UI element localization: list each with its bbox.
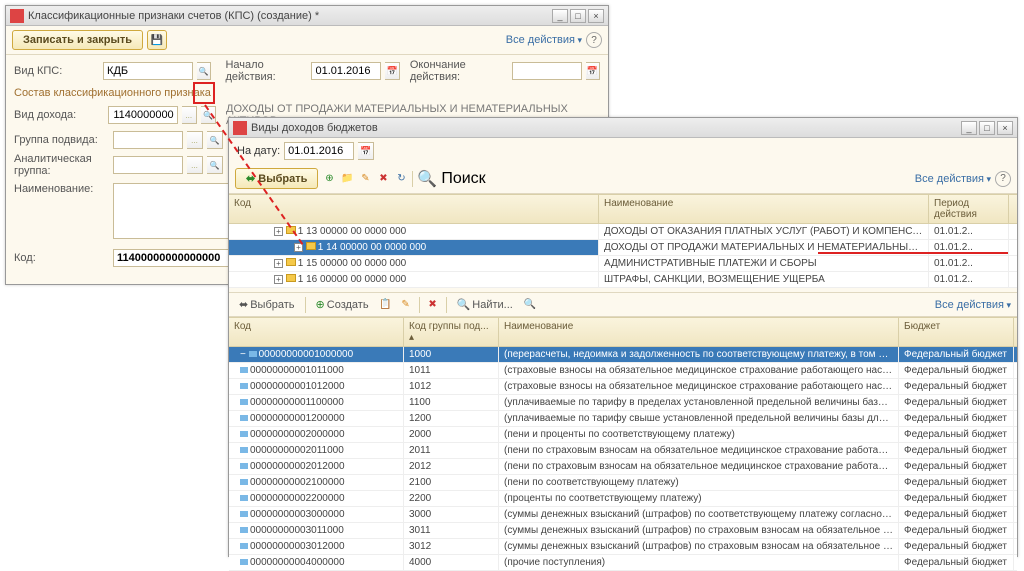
label-vid-dohoda: Вид дохода: [14, 109, 104, 121]
col-grp[interactable]: Код группы под... ▴ [404, 318, 499, 346]
window-icon [233, 121, 247, 135]
lookup-icon[interactable]: 🔍 [207, 156, 223, 174]
filter-clear-icon[interactable]: 🔍 [523, 298, 537, 312]
table-row[interactable]: 000000000012000001200(уплачиваемые по та… [229, 411, 1017, 427]
titlebar-vidy[interactable]: Виды доходов бюджетов _ □ × [229, 118, 1017, 138]
input-na-datu[interactable] [284, 142, 354, 160]
table-row[interactable]: 000000000020110002011(пени по страховым … [229, 443, 1017, 459]
col-period[interactable]: Период действия [929, 195, 1009, 223]
edit-icon[interactable]: ✎ [358, 172, 372, 186]
edit-icon[interactable]: ✎ [399, 298, 413, 312]
input-gruppa[interactable] [113, 131, 183, 149]
highlight-select-button [193, 82, 215, 104]
label-na-datu: На дату: [237, 145, 280, 157]
table-row[interactable]: 000000000040000004000(прочие поступления… [229, 555, 1017, 571]
table-row[interactable]: 000000000011000001100(уплачиваемые по та… [229, 395, 1017, 411]
input-vid-kps[interactable] [103, 62, 193, 80]
refresh-icon[interactable]: ↻ [394, 172, 408, 186]
maximize-button[interactable]: □ [570, 9, 586, 23]
toolbar-lower: ⬌ Выбрать ⊕Создать 📋 ✎ ✖ 🔍Найти... 🔍 Все… [229, 292, 1017, 317]
window-vidy-dohodov: Виды доходов бюджетов _ □ × На дату: 📅 ⬌… [228, 117, 1018, 557]
table-row[interactable]: 000000000030000003000(суммы денежных взы… [229, 507, 1017, 523]
table-row[interactable]: 000000000020120002012(пени по страховым … [229, 459, 1017, 475]
grid-codes: Код Код группы под... ▴ Наименование Бюд… [229, 317, 1017, 571]
table-row[interactable]: − 000000000010000001000(перерасчеты, нед… [229, 347, 1017, 363]
toolbar-kps: Записать и закрыть 💾 Все действия ? [6, 26, 608, 55]
table-row[interactable]: 000000000010110001011(страховые взносы н… [229, 363, 1017, 379]
close-button[interactable]: × [997, 121, 1013, 135]
close-button[interactable]: × [588, 9, 604, 23]
grid-income-types: Код Наименование Период действия + 1 13 … [229, 194, 1017, 288]
input-nachalo[interactable] [311, 62, 381, 80]
help-icon[interactable]: ? [586, 32, 602, 48]
delete-icon[interactable]: ✖ [376, 172, 390, 186]
all-actions-link[interactable]: Все действия [935, 299, 1011, 311]
label-vid-kps: Вид КПС: [14, 65, 99, 77]
vybrat-button[interactable]: ⬌ Выбрать [235, 168, 318, 189]
maximize-button[interactable]: □ [979, 121, 995, 135]
col-naim[interactable]: Наименование [599, 195, 929, 223]
table-row[interactable]: 000000000021000002100(пени по соответств… [229, 475, 1017, 491]
table-row[interactable]: + 1 15 00000 00 0000 000АДМИНИСТРАТИВНЫЕ… [229, 256, 1017, 272]
select-button[interactable]: ... [182, 106, 197, 124]
all-actions-link[interactable]: Все действия [915, 173, 991, 185]
vybrat2-button[interactable]: ⬌ Выбрать [235, 296, 299, 313]
label-nachalo: Начало действия: [225, 59, 307, 83]
save-icon-button[interactable]: 💾 [147, 30, 167, 50]
table-row[interactable]: + 1 16 00000 00 0000 000ШТРАФЫ, САНКЦИИ,… [229, 272, 1017, 288]
sozdat-button[interactable]: ⊕Создать [312, 296, 373, 313]
window-icon [10, 9, 24, 23]
col-naim[interactable]: Наименование [499, 318, 899, 346]
table-row[interactable]: 000000000010120001012(страховые взносы н… [229, 379, 1017, 395]
titlebar-kps[interactable]: Классификационные признаки счетов (КПС) … [6, 6, 608, 26]
calendar-icon[interactable]: 📅 [358, 142, 374, 160]
calendar-icon[interactable]: 📅 [385, 62, 399, 80]
label-okonchanie: Окончание действия: [410, 59, 508, 83]
minimize-button[interactable]: _ [552, 9, 568, 23]
search-icon[interactable]: 🔍 [417, 169, 437, 189]
input-analit[interactable] [113, 156, 183, 174]
help-icon[interactable]: ? [995, 171, 1011, 187]
naiti-button[interactable]: 🔍Найти... [453, 296, 517, 313]
table-row[interactable]: 000000000030120003012(суммы денежных взы… [229, 539, 1017, 555]
input-okonchanie[interactable] [512, 62, 582, 80]
copy-icon[interactable]: 📋 [379, 298, 393, 312]
section-sostav: Состав классификационного признака [14, 87, 600, 99]
save-close-button[interactable]: Записать и закрыть [12, 30, 143, 50]
window-title: Виды доходов бюджетов [251, 122, 961, 134]
poisk-label[interactable]: Поиск [441, 170, 485, 188]
select-button[interactable]: ... [187, 131, 203, 149]
delete-icon[interactable]: ✖ [426, 298, 440, 312]
minimize-button[interactable]: _ [961, 121, 977, 135]
all-actions-link[interactable]: Все действия [506, 34, 582, 46]
select-button[interactable]: ... [187, 156, 203, 174]
calendar-icon[interactable]: 📅 [586, 62, 600, 80]
underline-selected-naim [818, 252, 1008, 254]
table-row[interactable]: 000000000020000002000(пени и проценты по… [229, 427, 1017, 443]
add-folder-icon[interactable]: 📁 [340, 172, 354, 186]
lookup-icon[interactable]: 🔍 [197, 62, 211, 80]
table-row[interactable]: 000000000030110003011(суммы денежных взы… [229, 523, 1017, 539]
label-gruppa: Группа подвида: [14, 134, 109, 146]
table-row[interactable]: 000000000022000002200(проценты по соотве… [229, 491, 1017, 507]
label-kod: Код: [14, 252, 109, 264]
window-title: Классификационные признаки счетов (КПС) … [28, 10, 552, 22]
toolbar-vidy: ⬌ Выбрать ⊕ 📁 ✎ ✖ ↻ 🔍 Поиск Все действия… [229, 164, 1017, 194]
input-kod[interactable] [113, 249, 233, 267]
label-analit: Аналитическая группа: [14, 153, 109, 177]
lookup-icon[interactable]: 🔍 [207, 131, 223, 149]
add-icon[interactable]: ⊕ [322, 172, 336, 186]
input-vid-dohoda[interactable] [108, 106, 178, 124]
label-naim: Наименование: [14, 183, 109, 195]
table-row[interactable]: + 1 13 00000 00 0000 000ДОХОДЫ ОТ ОКАЗАН… [229, 224, 1017, 240]
col-kod[interactable]: Код [229, 318, 404, 346]
col-budget[interactable]: Бюджет [899, 318, 1014, 346]
